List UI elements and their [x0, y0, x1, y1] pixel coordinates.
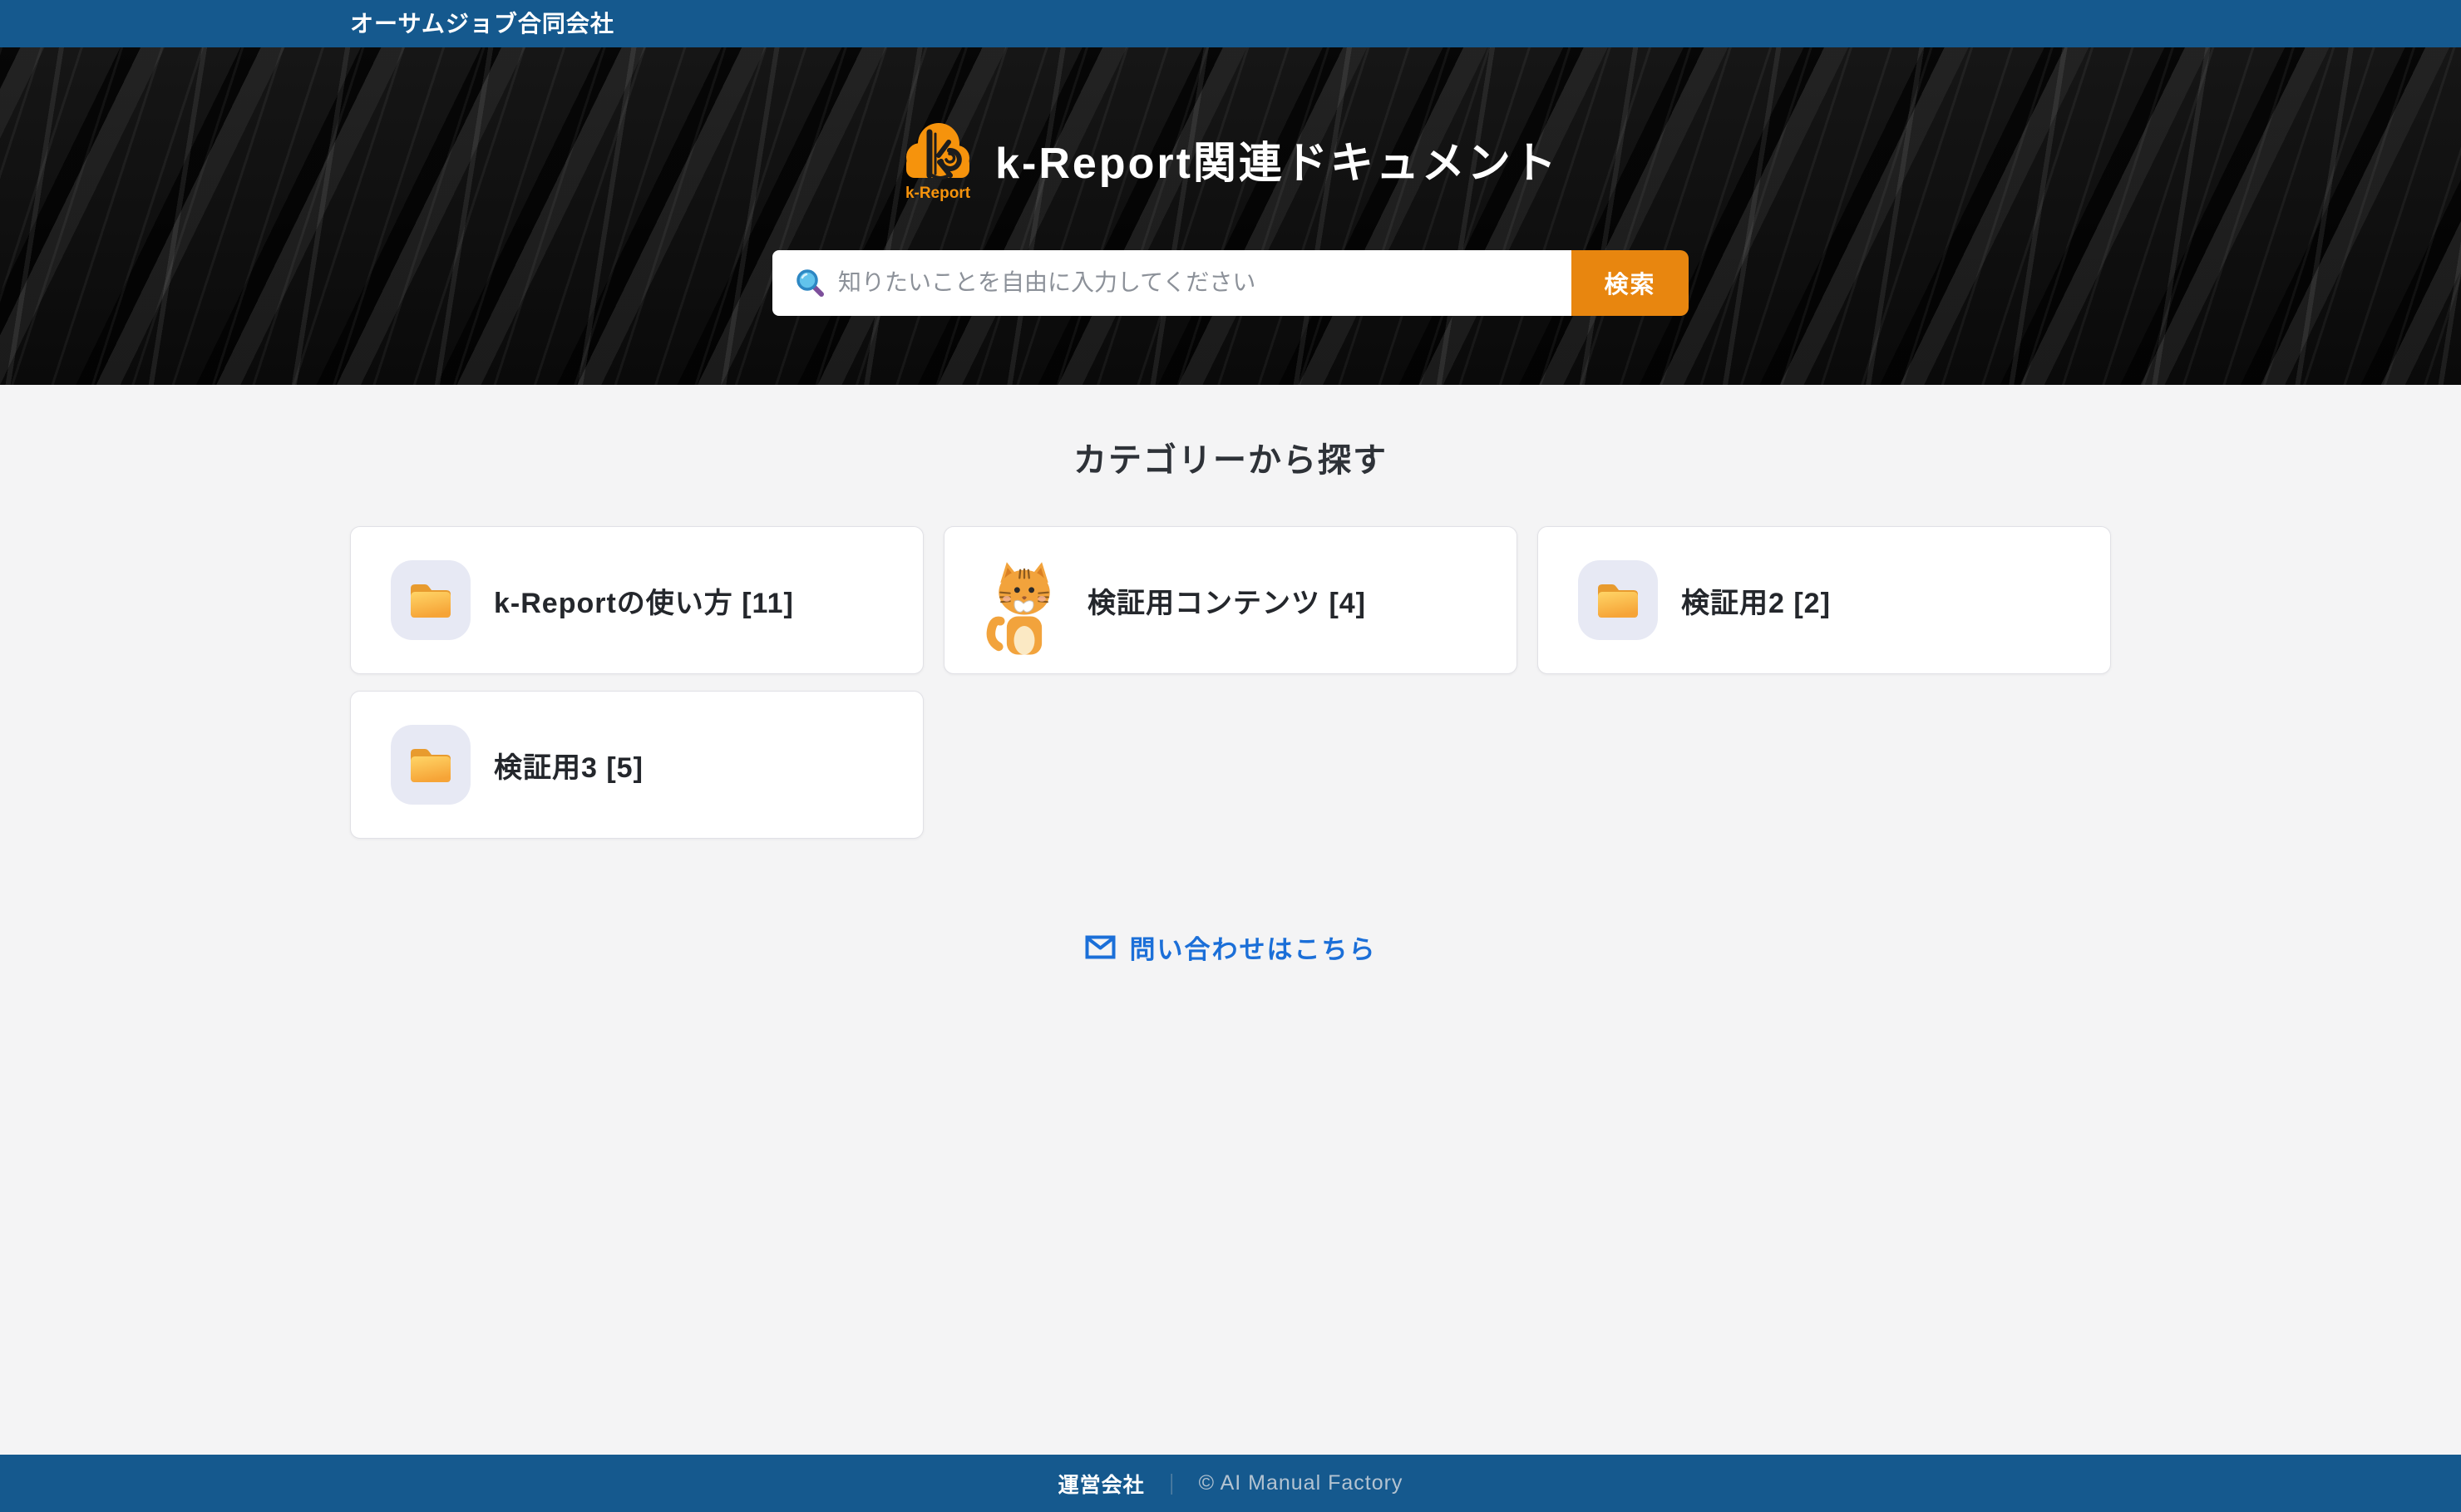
- footer-separator: ｜: [1161, 1469, 1182, 1499]
- main-content: カテゴリーから探す k-Reportの使い方 [11]: [0, 385, 2461, 1455]
- category-card-verification-2[interactable]: 検証用2 [2]: [1537, 526, 2111, 674]
- folder-icon: [409, 746, 452, 784]
- footer-company-link[interactable]: 運営会社: [1058, 1469, 1145, 1499]
- search-icon: [795, 268, 825, 298]
- category-card-verification-contents[interactable]: 検証用コンテンツ [4]: [944, 526, 1517, 674]
- page-title: k-Report関連ドキュメント: [995, 128, 1559, 190]
- folder-icon: [409, 582, 452, 619]
- folder-icon-tile: [1578, 560, 1658, 640]
- category-card-grid: k-Reportの使い方 [11]: [350, 526, 2111, 839]
- card-icon-slot: [391, 725, 471, 805]
- card-label: 検証用コンテンツ [4]: [1087, 580, 1366, 621]
- k-report-logo-icon: k-Report: [902, 117, 974, 202]
- search-button[interactable]: 検索: [1571, 250, 1689, 316]
- card-label: 検証用2 [2]: [1681, 580, 1831, 621]
- card-label: k-Reportの使い方 [11]: [494, 580, 794, 621]
- cat-icon: [984, 555, 1064, 657]
- top-bar: オーサムジョブ合同会社: [0, 0, 2461, 47]
- search-bar: 検索: [772, 250, 1689, 316]
- footer-copyright: © AI Manual Factory: [1199, 1471, 1403, 1495]
- folder-icon-tile: [391, 560, 471, 640]
- company-name: オーサムジョブ合同会社: [350, 11, 614, 37]
- mail-icon: [1085, 935, 1116, 959]
- hero-section: k-Report k-Report関連ドキュメント 検索: [0, 47, 2461, 385]
- card-icon-slot: [391, 560, 471, 640]
- card-icon-slot: [1578, 560, 1658, 640]
- search-input[interactable]: [838, 250, 1571, 316]
- card-icon-slot: [984, 560, 1064, 640]
- folder-icon-tile: [391, 725, 471, 805]
- folder-icon: [1596, 582, 1640, 619]
- categories-heading: カテゴリーから探す: [0, 385, 2461, 481]
- category-card-k-report-usage[interactable]: k-Reportの使い方 [11]: [350, 526, 924, 674]
- contact-link-label: 問い合わせはこちら: [1130, 928, 1377, 966]
- search-box: [772, 250, 1571, 316]
- card-label: 検証用3 [5]: [494, 745, 644, 786]
- category-card-verification-3[interactable]: 検証用3 [5]: [350, 691, 924, 839]
- svg-text:k-Report: k-Report: [905, 185, 971, 202]
- hero-title-row: k-Report k-Report関連ドキュメント: [902, 117, 1559, 202]
- footer: 運営会社 ｜ © AI Manual Factory: [0, 1455, 2461, 1512]
- contact-link[interactable]: 問い合わせはこちら: [0, 928, 2461, 966]
